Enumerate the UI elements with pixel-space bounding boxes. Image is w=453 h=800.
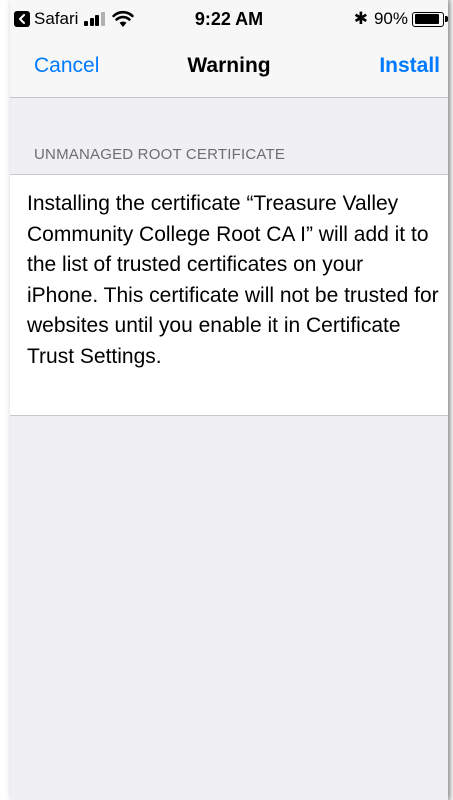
battery-icon [412, 11, 444, 27]
install-button[interactable]: Install [379, 54, 440, 78]
navigation-bar: Cancel Warning Install [10, 40, 448, 98]
warning-message-panel: Installing the certificate “Treasure Val… [10, 174, 448, 416]
warning-message: Installing the certificate “Treasure Val… [27, 192, 439, 368]
battery-percent: 90% [373, 9, 408, 28]
status-bar: Safari 9:22 AM ✱ 90% [10, 0, 448, 40]
screen-edge-shadow [448, 0, 453, 800]
screen: Safari 9:22 AM ✱ 90% Cancel Warning Inst… [10, 0, 448, 800]
bluetooth-icon: ✱ [353, 9, 368, 28]
section-header: UNMANAGED ROOT CERTIFICATE [34, 146, 286, 163]
battery-fill [414, 14, 439, 24]
status-right: ✱ 90% [354, 9, 448, 29]
